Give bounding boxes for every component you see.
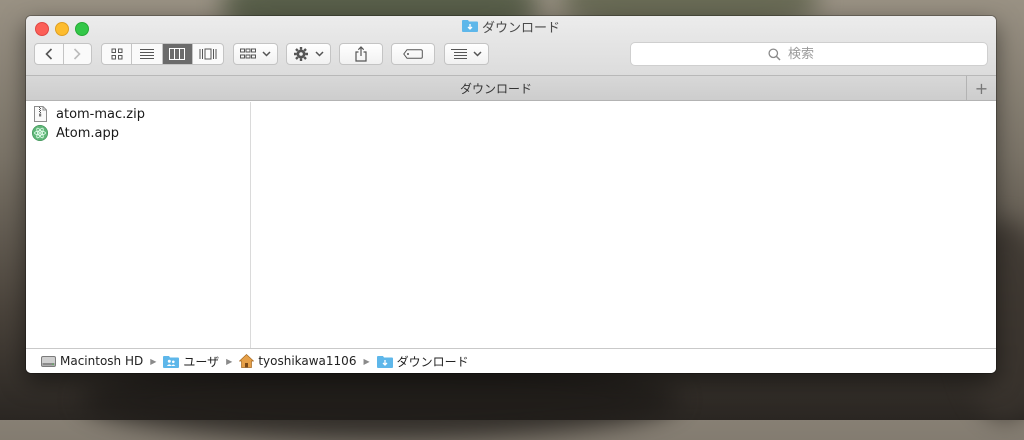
cover-flow-view-button[interactable] xyxy=(193,44,223,64)
nav-buttons xyxy=(34,43,92,65)
path-label: ユーザ xyxy=(183,354,220,369)
path-label: Macintosh HD xyxy=(60,354,144,368)
search-field[interactable] xyxy=(630,42,988,66)
atom-app-icon xyxy=(32,125,48,141)
toolbar: ダウンロード xyxy=(26,16,996,76)
path-bar: Macintosh HD ▶ ユーザ ▶ tyoshikawa1106 ▶ ダウ… xyxy=(26,348,996,373)
list-view-icon xyxy=(139,49,154,59)
file-name: atom-mac.zip xyxy=(56,106,145,122)
sort-list-icon xyxy=(451,49,467,59)
path-item-home[interactable]: tyoshikawa1106 xyxy=(239,354,356,368)
chevron-down-icon xyxy=(262,51,271,57)
path-separator-icon: ▶ xyxy=(363,356,370,366)
arrange-icon xyxy=(240,48,256,59)
column-view-button[interactable] xyxy=(162,44,193,64)
path-label: tyoshikawa1106 xyxy=(258,354,357,368)
tab-downloads[interactable]: ダウンロード xyxy=(26,80,966,97)
path-separator-icon: ▶ xyxy=(226,356,233,366)
file-item-atom-mac-zip[interactable]: atom-mac.zip xyxy=(32,104,145,124)
icon-view-icon xyxy=(111,48,123,60)
new-tab-button[interactable]: + xyxy=(966,76,996,100)
tag-icon xyxy=(403,49,423,59)
gear-icon xyxy=(294,47,308,61)
preview-column xyxy=(251,102,996,348)
icon-view-button[interactable] xyxy=(102,44,133,64)
column-view-icon xyxy=(169,48,186,60)
window-title: ダウンロード xyxy=(26,19,996,38)
list-view-button[interactable] xyxy=(132,44,163,64)
share-icon xyxy=(355,46,367,62)
search-input[interactable] xyxy=(786,45,850,63)
path-label: ダウンロード xyxy=(396,354,469,369)
home-icon xyxy=(239,354,255,368)
chevron-left-icon xyxy=(45,48,52,60)
sort-by-button[interactable] xyxy=(444,43,489,65)
file-name: Atom.app xyxy=(56,125,119,141)
downloads-folder-icon xyxy=(376,355,393,368)
zip-file-icon xyxy=(32,106,48,122)
tags-button[interactable] xyxy=(391,43,435,65)
back-button[interactable] xyxy=(35,44,64,64)
chevron-down-icon xyxy=(315,51,324,57)
path-item-macintosh-hd[interactable]: Macintosh HD xyxy=(41,354,143,368)
tab-bar: ダウンロード + xyxy=(26,76,996,101)
path-item-downloads[interactable]: ダウンロード xyxy=(376,353,469,370)
share-button[interactable] xyxy=(339,43,383,65)
forward-button[interactable] xyxy=(64,44,92,64)
users-folder-icon xyxy=(163,355,180,368)
action-button[interactable] xyxy=(286,43,331,65)
finder-window: ダウンロード 検索 ダウンロード + atom-mac.zip Atom.app… xyxy=(26,16,996,373)
view-mode-buttons xyxy=(101,43,224,65)
path-item-users[interactable]: ユーザ xyxy=(163,353,219,370)
arrange-button[interactable] xyxy=(233,43,278,65)
chevron-down-icon xyxy=(473,51,482,57)
path-separator-icon: ▶ xyxy=(150,356,157,366)
hard-drive-icon xyxy=(41,354,56,368)
search-icon xyxy=(768,47,781,61)
window-title-text: ダウンロード xyxy=(481,21,560,36)
chevron-right-icon xyxy=(74,48,81,60)
file-column: atom-mac.zip Atom.app xyxy=(26,102,251,348)
file-item-atom-app[interactable]: Atom.app xyxy=(32,123,119,143)
downloads-folder-icon xyxy=(461,19,478,38)
cover-flow-icon xyxy=(199,48,217,60)
